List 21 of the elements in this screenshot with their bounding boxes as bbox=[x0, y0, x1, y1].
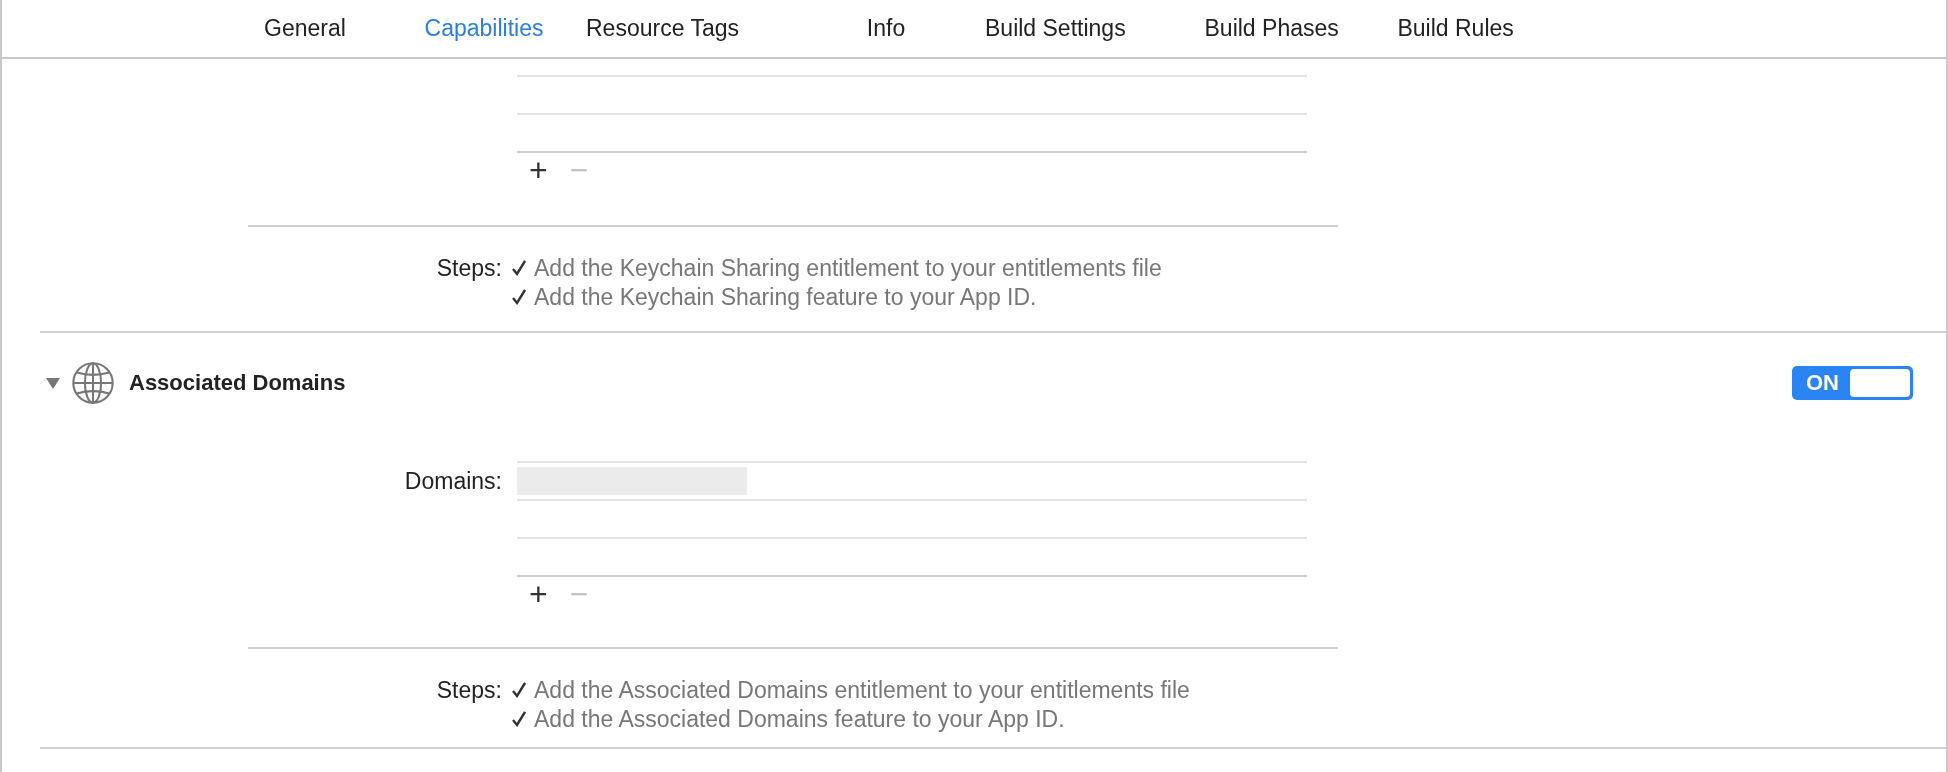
step-text: Add the Keychain Sharing entitlement to your entitlements file bbox=[534, 254, 1162, 282]
add-button[interactable]: + bbox=[529, 579, 548, 611]
step-text: Add the Associated Domains feature to your App ID. bbox=[534, 705, 1065, 733]
disclosure-triangle-icon[interactable] bbox=[46, 376, 60, 390]
tab[interactable]: Capabilities bbox=[414, 9, 554, 48]
list-row[interactable] bbox=[517, 461, 1307, 501]
tab[interactable]: Build Settings bbox=[985, 9, 1126, 48]
globe-icon bbox=[71, 361, 115, 405]
tab[interactable]: Info bbox=[816, 9, 956, 48]
add-button[interactable]: + bbox=[529, 155, 548, 187]
toggle-switch[interactable]: ON bbox=[1792, 366, 1913, 400]
step-text: Add the Associated Domains entitlement to your entitlements file bbox=[534, 676, 1190, 704]
tab[interactable]: General bbox=[235, 9, 375, 48]
section-title: Associated Domains bbox=[129, 370, 347, 396]
steps-label: Steps: bbox=[435, 254, 503, 283]
domains-label: Domains: bbox=[403, 467, 503, 495]
step-text: Add the Keychain Sharing feature to your App ID. bbox=[534, 283, 1037, 311]
steps-label: Steps: bbox=[435, 676, 503, 705]
tab[interactable]: Build Phases bbox=[1201, 9, 1342, 48]
tab[interactable]: Resource Tags bbox=[586, 9, 739, 48]
tab[interactable]: Build Rules bbox=[1385, 9, 1526, 48]
